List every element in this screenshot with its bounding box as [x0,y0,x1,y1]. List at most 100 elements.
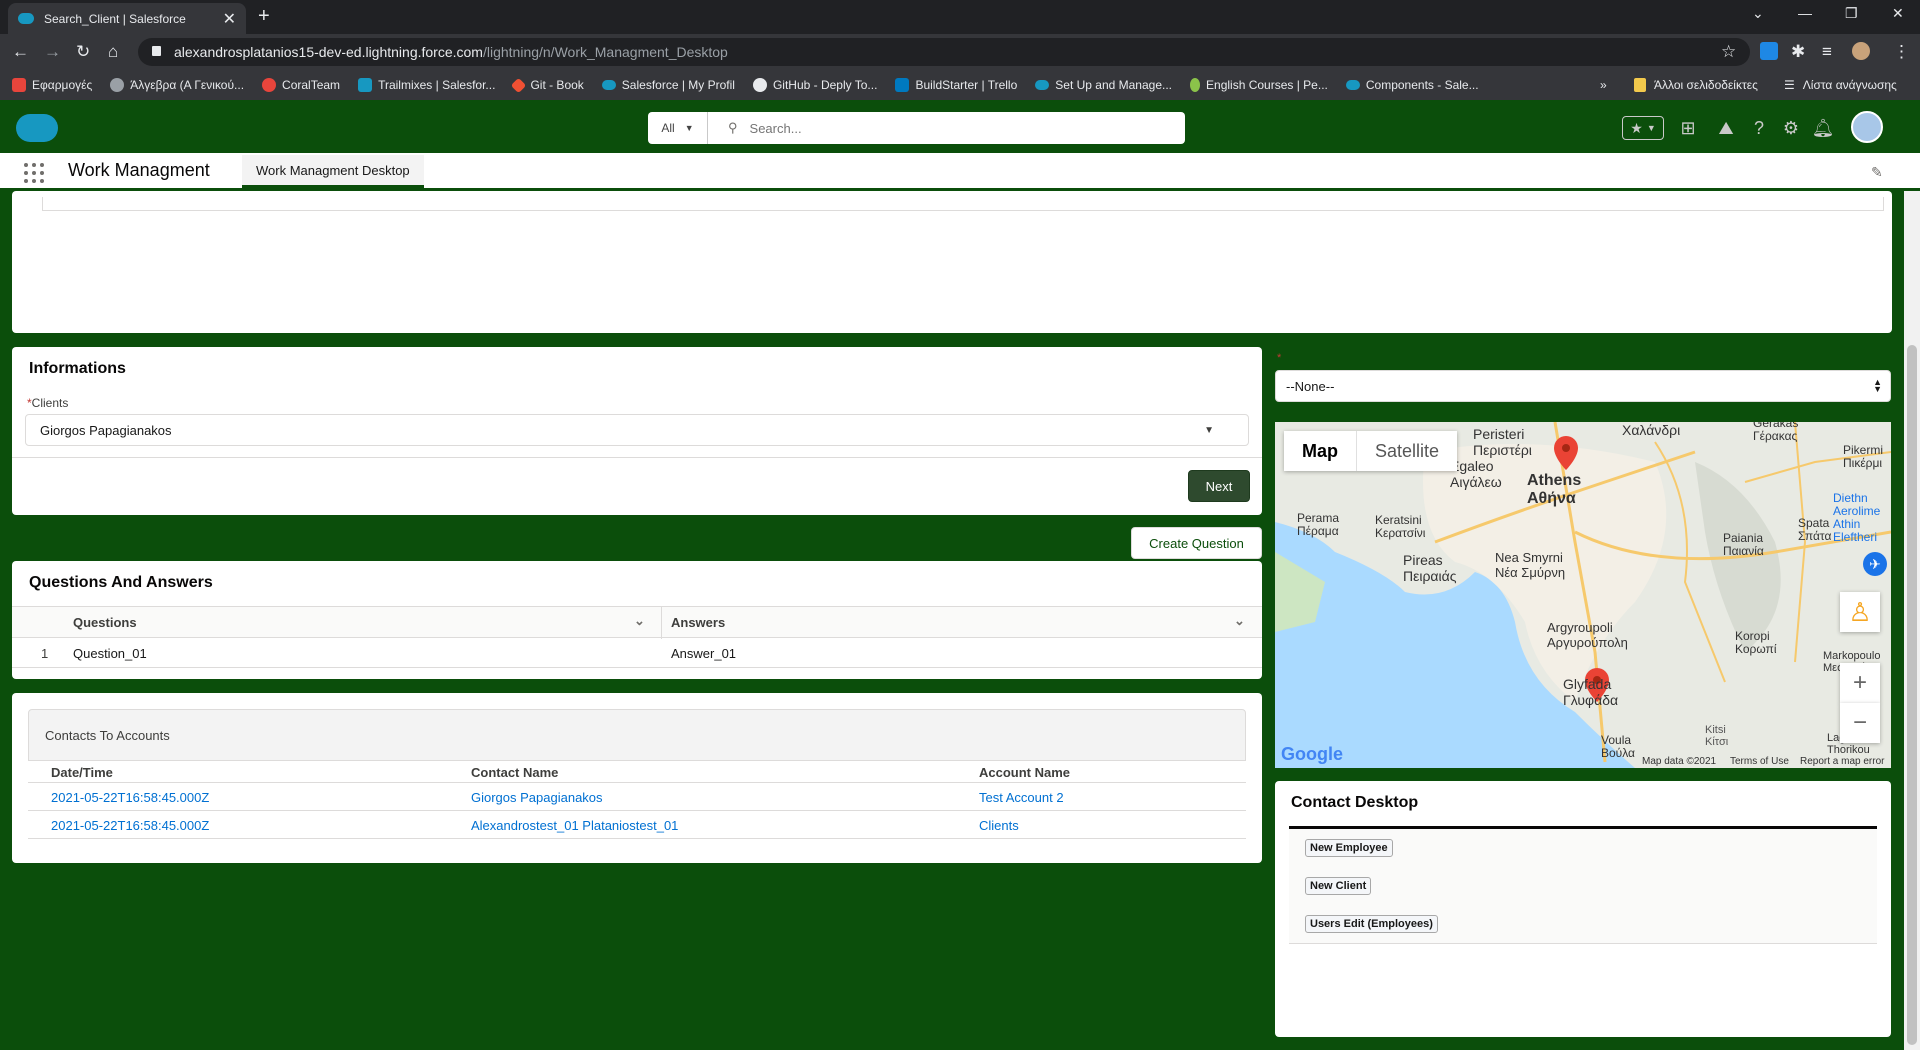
browser-tab-title: Search_Client | Salesforce [44,11,186,26]
map-label: Nea Smyrni Νέα Σμύρνη [1495,550,1566,580]
app-launcher-icon[interactable] [24,163,44,183]
row-number: 1 [41,646,49,661]
updown-chevron-icon: ▲ ▼ [1873,377,1882,394]
bookmark-item[interactable]: Άλγεβρα (Α Γενικού... [110,78,244,92]
column-header-account-name: Account Name [979,765,1071,780]
trailhead-icon[interactable]: ⛰ [1714,116,1738,140]
bookmark-item[interactable]: CoralTeam [262,78,340,92]
search-input[interactable] [749,120,1150,136]
bookmark-item[interactable]: Εφαρμογές [12,78,92,92]
map-report-link[interactable]: Report a map error [1800,756,1884,767]
chevron-down-icon[interactable]: ⌄ [634,613,645,629]
contact-link[interactable]: Giorgos Papagianakos [471,790,603,805]
github-icon [752,78,767,92]
map-label: Spata Σπάτα [1798,516,1832,543]
next-button[interactable]: Next [1188,470,1250,502]
street-view-pegman-icon[interactable]: ♙ [1840,592,1880,632]
profile-avatar-icon[interactable] [1852,42,1870,60]
bookmark-item[interactable]: Set Up and Manage... [1035,78,1172,92]
new-employee-button[interactable]: New Employee [1305,839,1393,857]
bookmark-item[interactable]: Trailmixes | Salesfor... [358,78,495,92]
column-header-answers[interactable]: Answers [671,615,725,630]
salesforce-logo-icon[interactable] [16,114,58,142]
map-label: Paiania Παιανία [1723,531,1764,558]
account-link[interactable]: Clients [979,818,1019,833]
table-row: 2021-05-22T16:58:45.000Z Alexandrostest_… [28,811,1246,839]
zoom-out-icon[interactable]: − [1840,703,1880,743]
map-label: Keratsini Κερατσίνι [1375,513,1426,540]
bookmark-item[interactable]: GitHub - Deply To... [752,78,877,92]
help-icon[interactable]: ? [1747,116,1771,140]
back-icon[interactable]: ← [12,42,29,62]
clients-combobox[interactable]: Giorgos Papagianakos ▼ [25,414,1249,446]
chevron-down-icon: ▼ [1204,424,1214,436]
contact-link[interactable]: Alexandrostest_01 Plataniostest_01 [471,818,678,833]
map-type-map[interactable]: Map [1284,431,1357,471]
favorites-button[interactable]: ★ ▼ [1622,116,1664,140]
extension-icon[interactable] [1760,42,1778,60]
other-bookmarks[interactable]: Άλλοι σελιδοδείκτες [1634,70,1758,100]
column-header-questions[interactable]: Questions [73,615,137,630]
reload-icon[interactable]: ↻ [76,42,90,62]
lock-icon [152,46,161,56]
bookmark-favicon-icon [1190,78,1201,92]
zoom-in-icon[interactable]: + [1840,663,1880,703]
map-view[interactable]: Peristeri Περιστέρι Χαλάνδρι Gerakas Γέρακ… [1275,422,1891,768]
account-link[interactable]: Test Account 2 [979,790,1064,805]
avatar[interactable] [1851,111,1883,143]
edit-nav-pencil-icon[interactable]: ✎ [1871,164,1883,181]
close-window-icon[interactable]: ✕ [1892,5,1904,22]
global-actions-icon[interactable]: ⊞ [1676,116,1700,140]
map-type-satellite[interactable]: Satellite [1357,431,1457,471]
chevron-down-icon[interactable]: ⌄ [1234,613,1245,629]
bookmark-item[interactable]: Git - Book [511,77,584,93]
right-picklist[interactable]: --None-- ▲ ▼ [1275,370,1891,402]
table-row: 1 Question_01 Answer_01 [12,638,1262,668]
contact-desktop-card: Contact Desktop New Employee New Client … [1275,781,1891,1037]
reading-list[interactable]: ☰ Λίστα ανάγνωσης [1784,70,1897,100]
create-question-button[interactable]: Create Question [1131,527,1262,559]
chevron-down-icon: ▼ [1646,123,1656,133]
profile-down-icon[interactable]: ⌄ [1752,5,1764,22]
close-tab-icon[interactable]: ✕ [223,9,236,29]
scrollbar-thumb[interactable] [1907,345,1917,1045]
map-label: Χαλάνδρι [1622,422,1681,438]
menu-icon[interactable]: ⋮ [1893,42,1910,62]
datetime-link[interactable]: 2021-05-22T16:58:45.000Z [51,818,209,833]
gear-icon[interactable]: ⚙ [1779,116,1803,140]
bookmark-star-icon[interactable]: ☆ [1721,42,1736,62]
answer-cell: Answer_01 [671,646,737,661]
minimize-icon[interactable]: — [1798,5,1812,21]
contacts-to-accounts-title: Contacts To Accounts [28,709,1246,761]
star-icon: ★ [1630,119,1643,136]
maximize-icon[interactable]: ❐ [1845,5,1858,22]
datetime-link[interactable]: 2021-05-22T16:58:45.000Z [51,790,209,805]
clients-label: *Clients [27,396,69,410]
url-bar[interactable]: alexandrosplatanios15-dev-ed.lightning.f… [138,38,1750,66]
map-terms-link[interactable]: Terms of Use [1730,756,1789,767]
table-row: 2021-05-22T16:58:45.000Z Giorgos Papagia… [28,783,1246,811]
folder-icon [1634,78,1646,92]
informations-title: Informations [29,360,126,377]
bookmark-item[interactable]: BuildStarter | Trello [895,78,1017,92]
column-header-contact-name: Contact Name [471,765,559,780]
forward-icon[interactable]: → [44,42,61,62]
notification-bell-icon[interactable]: 🔔︎ [1811,116,1835,140]
puzzle-icon[interactable]: ✱ [1791,42,1805,62]
bookmark-item[interactable]: English Courses | Pe... [1190,78,1328,92]
new-tab-icon[interactable]: + [258,5,270,28]
users-edit-employees-button[interactable]: Users Edit (Employees) [1305,915,1438,933]
browser-tab[interactable]: Search_Client | Salesforce ✕ [8,3,246,34]
url-path: /lightning/n/Work_Managment_Desktop [482,44,728,60]
home-icon[interactable]: ⌂ [108,42,118,62]
search-scope-dropdown[interactable]: All ▼ [648,112,708,144]
bookmarks-overflow-icon[interactable]: » [1600,70,1607,100]
media-icon[interactable]: ≡ [1822,42,1832,62]
bookmark-item[interactable]: Salesforce | My Profil [601,78,735,92]
new-client-button[interactable]: New Client [1305,877,1372,895]
bookmarks-bar: Εφαρμογές Άλγεβρα (Α Γενικού... CoralTea… [0,70,1920,100]
app-name: Work Managment [68,160,210,180]
contact-desktop-body: New Employee New Client Users Edit (Empl… [1289,826,1877,944]
bookmark-item[interactable]: Components - Sale... [1345,78,1479,92]
tab-work-managment-desktop[interactable]: Work Managment Desktop [242,155,424,188]
